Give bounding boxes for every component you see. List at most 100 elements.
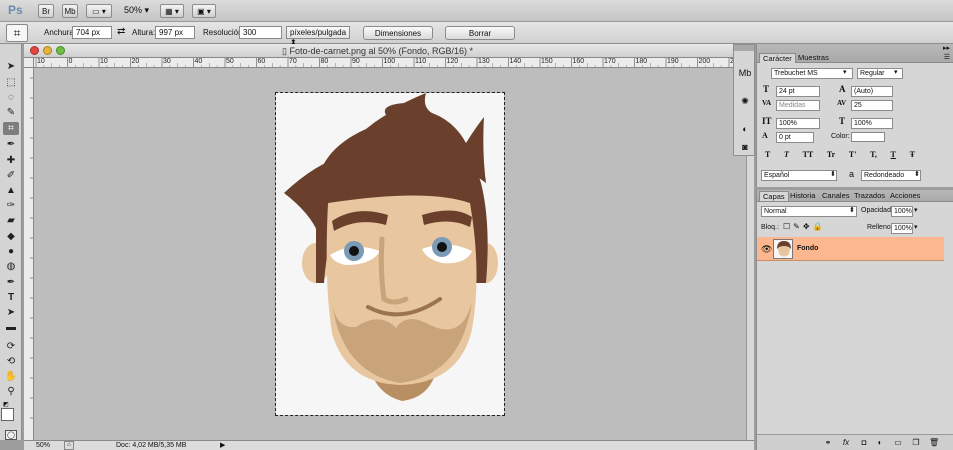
strikethrough-button[interactable]: Ŧ: [910, 150, 915, 162]
horizontal-scale-field[interactable]: 100%: [851, 118, 893, 129]
maximize-window-icon[interactable]: [56, 46, 65, 55]
antialias-dropdown-icon[interactable]: ⬍: [914, 170, 920, 178]
text-color-swatch[interactable]: [851, 132, 885, 142]
delete-layer-icon[interactable]: 🗑: [929, 438, 939, 447]
kerning-field[interactable]: Medidas: [776, 100, 820, 111]
export-icon[interactable]: ⌂: [64, 441, 74, 450]
3d-orbit-tool-icon[interactable]: ⟲: [3, 355, 19, 368]
layer-row[interactable]: 👁 Fondo: [757, 237, 944, 261]
eyedropper-tool-icon[interactable]: ✒: [3, 138, 19, 151]
quick-selection-tool-icon[interactable]: ✎: [3, 106, 19, 119]
horizontal-ruler[interactable]: 10 0 10 20 30 40 50 60 70 80 90 100 110 120 130 140 150 1…: [34, 58, 754, 68]
paint-bucket-tool-icon[interactable]: ◆: [3, 230, 19, 243]
ruler-origin[interactable]: [24, 58, 34, 68]
font-family-dropdown-icon[interactable]: ▾: [843, 68, 847, 76]
minimize-window-icon[interactable]: [43, 46, 52, 55]
small-caps-button[interactable]: Tr: [827, 150, 835, 162]
tool-preset-picker[interactable]: ⌗: [6, 24, 28, 42]
arrange-documents-button[interactable]: ▦ ▾: [160, 4, 184, 18]
status-menu-arrow-icon[interactable]: ▶: [220, 441, 225, 449]
lasso-tool-icon[interactable]: ◌: [3, 91, 19, 104]
superscript-button[interactable]: T': [849, 150, 857, 162]
masks-panel-icon[interactable]: ◙: [738, 141, 752, 153]
view-extras-button[interactable]: ▭ ▾: [86, 4, 112, 18]
new-adjustment-layer-icon[interactable]: ◐: [875, 438, 885, 447]
font-family-select[interactable]: Trebuchet MS: [771, 68, 853, 79]
opacity-field[interactable]: 100%: [891, 206, 913, 217]
eraser-tool-icon[interactable]: ▰: [3, 214, 19, 227]
antialias-select[interactable]: Redondeado: [861, 170, 921, 181]
tab-layers[interactable]: Capas: [759, 191, 789, 201]
new-layer-icon[interactable]: ❐: [911, 438, 921, 447]
tab-channels[interactable]: Canales: [819, 191, 853, 201]
fill-dropdown-icon[interactable]: ▾: [914, 223, 918, 231]
panel-menu-icon[interactable]: ☰: [944, 53, 950, 61]
clear-button[interactable]: Borrar: [445, 26, 515, 40]
3d-rotate-tool-icon[interactable]: ⟳: [3, 340, 19, 353]
dimensions-button[interactable]: Dimensiones: [363, 26, 433, 40]
blend-mode-select[interactable]: Normal: [761, 206, 857, 217]
blend-mode-dropdown-icon[interactable]: ⬍: [849, 206, 855, 214]
mini-bridge-panel-icon[interactable]: Mb: [738, 67, 752, 79]
subscript-button[interactable]: T,: [870, 150, 877, 162]
tab-history[interactable]: Historia: [787, 191, 818, 201]
default-colors-icon[interactable]: ◩: [3, 401, 9, 408]
adjustments-panel-icon[interactable]: ◐: [738, 123, 752, 135]
all-caps-button[interactable]: TT: [803, 150, 814, 162]
lock-transparency-icon[interactable]: ☐: [783, 222, 793, 231]
tab-character[interactable]: Carácter: [759, 53, 796, 63]
zoom-level-menu[interactable]: 50% ▾: [124, 5, 149, 16]
faux-italic-button[interactable]: T: [784, 150, 789, 162]
language-select[interactable]: Español: [761, 170, 837, 181]
vertical-scale-field[interactable]: 100%: [776, 118, 820, 129]
tracking-field[interactable]: 25: [851, 100, 893, 111]
link-layers-icon[interactable]: ⚭: [823, 438, 833, 447]
new-group-icon[interactable]: ▭: [893, 438, 903, 447]
zoom-tool-icon[interactable]: ⚲: [3, 385, 19, 398]
layer-visibility-eye-icon[interactable]: 👁: [761, 244, 772, 255]
dock-grip[interactable]: [734, 45, 754, 51]
mini-bridge-button[interactable]: Mb: [62, 4, 78, 18]
status-zoom-field[interactable]: 50%: [36, 442, 50, 449]
hand-tool-icon[interactable]: ✋: [3, 370, 19, 383]
bridge-button[interactable]: Br: [38, 4, 54, 18]
width-field[interactable]: 704 px: [72, 26, 112, 39]
baseline-shift-field[interactable]: 0 pt: [776, 132, 814, 143]
tab-samples[interactable]: Muestras: [795, 53, 832, 63]
height-field[interactable]: 997 px: [155, 26, 195, 39]
canvas-area[interactable]: [34, 68, 746, 440]
lock-position-icon[interactable]: ✥: [803, 222, 813, 231]
brushes-panel-icon[interactable]: ✺: [738, 95, 752, 107]
leading-field[interactable]: (Auto): [851, 86, 893, 97]
fill-field[interactable]: 100%: [891, 223, 913, 234]
tab-paths[interactable]: Trazados: [851, 191, 888, 201]
type-tool-icon[interactable]: T: [3, 291, 19, 304]
vertical-ruler[interactable]: [24, 68, 34, 440]
layer-style-icon[interactable]: fx: [841, 438, 851, 447]
swap-dimensions-icon[interactable]: ⇄: [117, 26, 125, 37]
close-window-icon[interactable]: [30, 46, 39, 55]
tab-actions[interactable]: Acciones: [887, 191, 923, 201]
opacity-dropdown-icon[interactable]: ▾: [914, 206, 918, 214]
underline-button[interactable]: T: [891, 150, 896, 162]
language-dropdown-icon[interactable]: ⬍: [830, 170, 836, 178]
resolution-unit-select[interactable]: píxeles/pulgada ⬍: [286, 26, 350, 47]
image-canvas[interactable]: [275, 92, 505, 416]
add-mask-icon[interactable]: ◘: [859, 438, 869, 447]
pen-tool-icon[interactable]: ✒: [3, 276, 19, 289]
healing-brush-tool-icon[interactable]: ✚: [3, 154, 19, 167]
clone-stamp-tool-icon[interactable]: ▲: [3, 184, 19, 197]
crop-tool-icon[interactable]: ⌗: [3, 122, 19, 135]
lock-pixels-icon[interactable]: ✎: [793, 222, 803, 231]
dodge-tool-icon[interactable]: ◍: [3, 260, 19, 273]
font-style-dropdown-icon[interactable]: ▾: [894, 68, 898, 76]
faux-bold-button[interactable]: T: [765, 150, 770, 162]
resolution-field[interactable]: 300: [239, 26, 282, 39]
font-size-field[interactable]: 24 pt: [776, 86, 820, 97]
foreground-color-swatch[interactable]: [1, 408, 14, 421]
marquee-tool-icon[interactable]: ⬚: [3, 76, 19, 89]
rectangle-tool-icon[interactable]: ▬: [3, 321, 19, 334]
path-selection-tool-icon[interactable]: ➤: [3, 306, 19, 319]
screen-mode-button[interactable]: ▣ ▾: [192, 4, 216, 18]
blur-tool-icon[interactable]: ●: [3, 245, 19, 258]
